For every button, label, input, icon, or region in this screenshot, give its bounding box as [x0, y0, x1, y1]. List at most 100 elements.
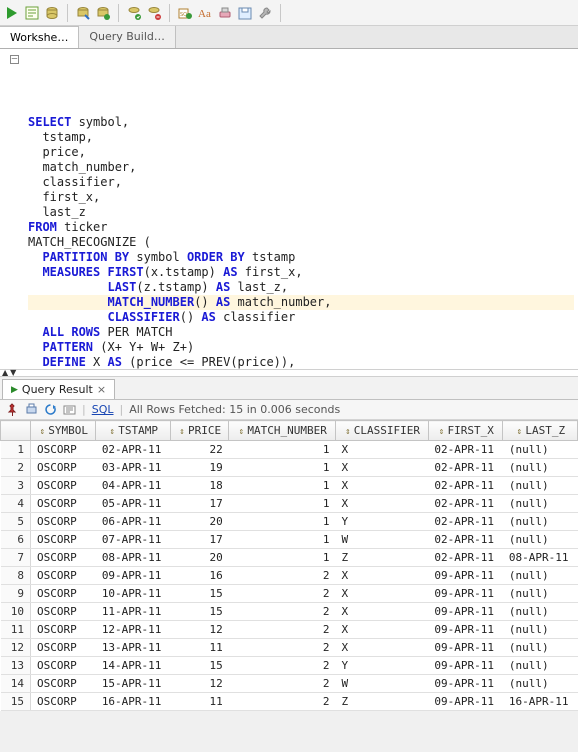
cell[interactable]: 09-APR-11	[428, 621, 503, 639]
cell[interactable]: OSCORP	[31, 441, 96, 459]
col-last-z[interactable]: ⇕LAST_Z	[503, 421, 578, 441]
run-icon[interactable]	[4, 5, 20, 21]
cell[interactable]: OSCORP	[31, 549, 96, 567]
cell[interactable]: 09-APR-11	[96, 567, 171, 585]
sql-history-icon[interactable]: SQL	[177, 5, 193, 21]
table-row[interactable]: 2OSCORP03-APR-11191X02-APR-11(null)	[1, 459, 578, 477]
cell[interactable]: 13-APR-11	[96, 639, 171, 657]
cell[interactable]: 05-APR-11	[96, 495, 171, 513]
cell[interactable]: 8	[1, 567, 31, 585]
cell[interactable]: 11	[1, 621, 31, 639]
cell[interactable]: 1	[229, 549, 336, 567]
table-row[interactable]: 7OSCORP08-APR-11201Z02-APR-1108-APR-11	[1, 549, 578, 567]
cell[interactable]: X	[335, 603, 428, 621]
table-row[interactable]: 1OSCORP02-APR-11221X02-APR-11(null)	[1, 441, 578, 459]
run-script-icon[interactable]	[24, 5, 40, 21]
cell[interactable]: (null)	[503, 495, 578, 513]
close-icon[interactable]: ×	[97, 383, 106, 396]
cell[interactable]: 09-APR-11	[428, 603, 503, 621]
table-row[interactable]: 11OSCORP12-APR-11122X09-APR-11(null)	[1, 621, 578, 639]
cell[interactable]: OSCORP	[31, 495, 96, 513]
cell[interactable]: W	[335, 675, 428, 693]
cell[interactable]: 2	[229, 567, 336, 585]
cell[interactable]: 02-APR-11	[96, 441, 171, 459]
explain-plan-icon[interactable]	[44, 5, 60, 21]
cell[interactable]: 12	[170, 675, 228, 693]
cell[interactable]: 15	[1, 693, 31, 711]
cell[interactable]: 08-APR-11	[96, 549, 171, 567]
cell[interactable]: 09-APR-11	[428, 675, 503, 693]
cell[interactable]: 11	[170, 693, 228, 711]
table-row[interactable]: 8OSCORP09-APR-11162X09-APR-11(null)	[1, 567, 578, 585]
cell[interactable]: 20	[170, 513, 228, 531]
cell[interactable]: 09-APR-11	[428, 585, 503, 603]
cell[interactable]: X	[335, 567, 428, 585]
col-classifier[interactable]: ⇕CLASSIFIER	[335, 421, 428, 441]
cell[interactable]: 9	[1, 585, 31, 603]
table-row[interactable]: 10OSCORP11-APR-11152X09-APR-11(null)	[1, 603, 578, 621]
table-row[interactable]: 6OSCORP07-APR-11171W02-APR-11(null)	[1, 531, 578, 549]
refresh-icon[interactable]	[44, 403, 57, 416]
col-match-number[interactable]: ⇕MATCH_NUMBER	[229, 421, 336, 441]
cell[interactable]: OSCORP	[31, 585, 96, 603]
cell[interactable]: 03-APR-11	[96, 459, 171, 477]
cell[interactable]: 09-APR-11	[428, 657, 503, 675]
cell[interactable]: 16-APR-11	[503, 693, 578, 711]
cell[interactable]: 11-APR-11	[96, 603, 171, 621]
cell[interactable]: 2	[229, 693, 336, 711]
tab-worksheet[interactable]: Workshe…	[0, 26, 79, 48]
cell[interactable]: 5	[1, 513, 31, 531]
cell[interactable]: 12	[1, 639, 31, 657]
autotrace-icon[interactable]	[75, 5, 91, 21]
cell[interactable]: W	[335, 531, 428, 549]
cell[interactable]: OSCORP	[31, 513, 96, 531]
cell[interactable]: 09-APR-11	[428, 693, 503, 711]
cell[interactable]: OSCORP	[31, 531, 96, 549]
col-tstamp[interactable]: ⇕TSTAMP	[96, 421, 171, 441]
cell[interactable]: 2	[229, 585, 336, 603]
cell[interactable]: OSCORP	[31, 603, 96, 621]
cell[interactable]: (null)	[503, 459, 578, 477]
cell[interactable]: 14-APR-11	[96, 657, 171, 675]
cell[interactable]: 02-APR-11	[428, 477, 503, 495]
cell[interactable]: (null)	[503, 603, 578, 621]
cell[interactable]: 14	[1, 675, 31, 693]
cell[interactable]: 02-APR-11	[428, 459, 503, 477]
cell[interactable]: (null)	[503, 567, 578, 585]
table-row[interactable]: 14OSCORP15-APR-11122W09-APR-11(null)	[1, 675, 578, 693]
table-row[interactable]: 5OSCORP06-APR-11201Y02-APR-11(null)	[1, 513, 578, 531]
cell[interactable]: Z	[335, 693, 428, 711]
cell[interactable]: OSCORP	[31, 477, 96, 495]
cell[interactable]: OSCORP	[31, 639, 96, 657]
cell[interactable]: X	[335, 441, 428, 459]
cell[interactable]: 09-APR-11	[428, 567, 503, 585]
tab-query-builder[interactable]: Query Build…	[79, 26, 176, 48]
cell[interactable]: 1	[229, 513, 336, 531]
cell[interactable]: X	[335, 495, 428, 513]
cell[interactable]: Y	[335, 513, 428, 531]
splitter[interactable]: ▲▼	[0, 369, 578, 377]
cell[interactable]: (null)	[503, 441, 578, 459]
cell[interactable]: 17	[170, 495, 228, 513]
cell[interactable]: OSCORP	[31, 621, 96, 639]
sql-link[interactable]: SQL	[92, 403, 114, 416]
rollback-icon[interactable]	[126, 5, 142, 21]
cell[interactable]: 4	[1, 495, 31, 513]
rownum-header[interactable]	[1, 421, 31, 441]
cell[interactable]: 02-APR-11	[428, 495, 503, 513]
cell[interactable]: X	[335, 621, 428, 639]
clear-icon[interactable]	[217, 5, 233, 21]
cell[interactable]: 2	[229, 621, 336, 639]
cell[interactable]: (null)	[503, 675, 578, 693]
cell[interactable]: 3	[1, 477, 31, 495]
cell[interactable]: 09-APR-11	[428, 639, 503, 657]
cell[interactable]: X	[335, 477, 428, 495]
cell[interactable]: 07-APR-11	[96, 531, 171, 549]
pin-icon[interactable]	[6, 403, 19, 416]
cell[interactable]: (null)	[503, 477, 578, 495]
cell[interactable]: 13	[1, 657, 31, 675]
cancel-icon[interactable]	[146, 5, 162, 21]
sql-editor[interactable]: – SELECT symbol, tstamp, price, match_nu…	[0, 49, 578, 369]
cell[interactable]: 1	[229, 459, 336, 477]
cell[interactable]: (null)	[503, 639, 578, 657]
